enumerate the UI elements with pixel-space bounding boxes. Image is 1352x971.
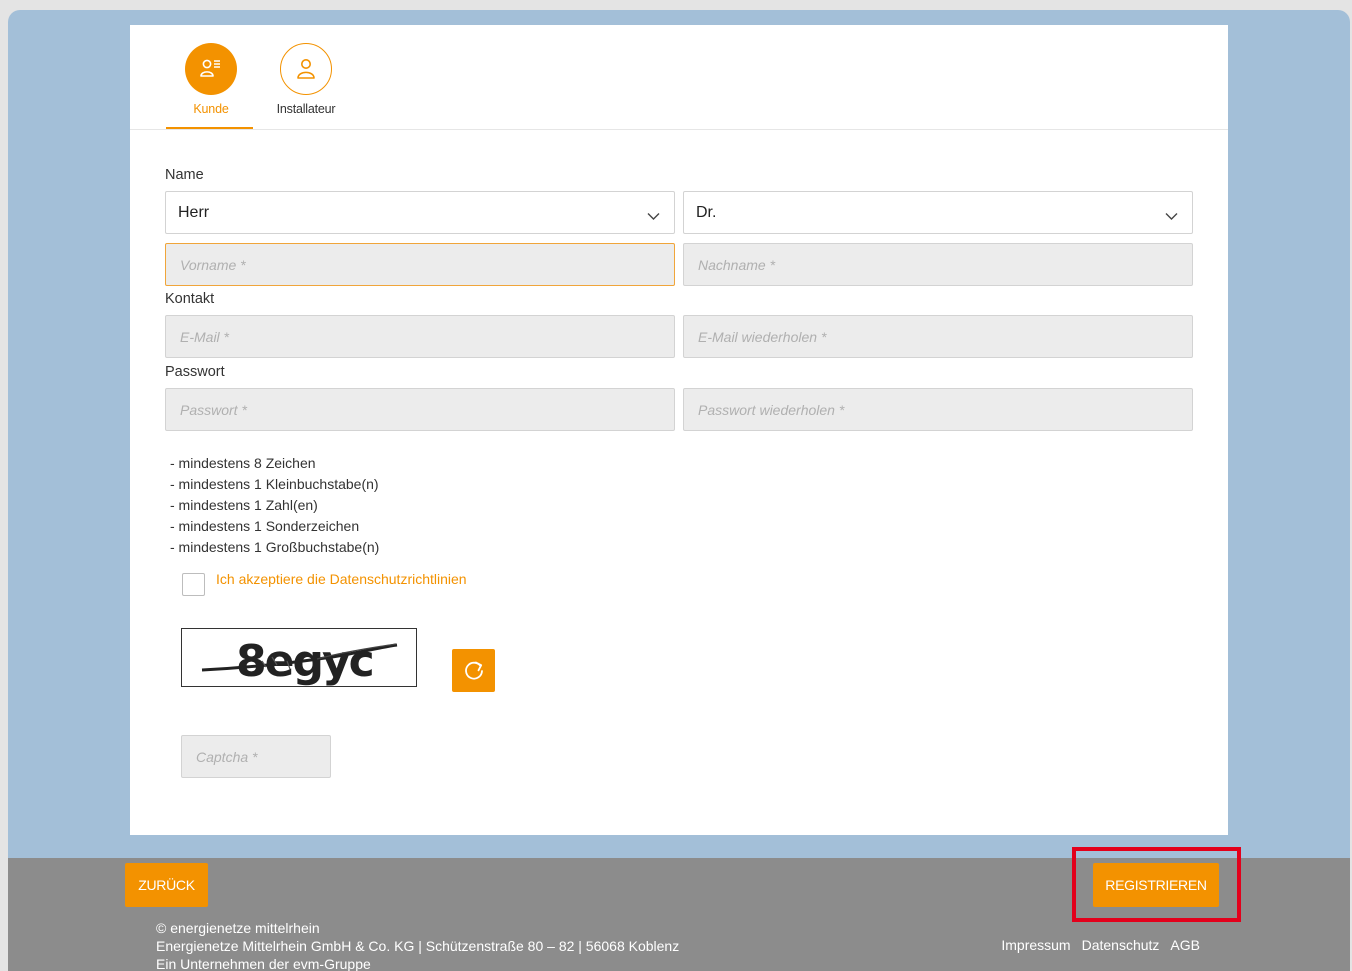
chevron-down-icon <box>647 208 660 226</box>
tab-kunde-label: Kunde <box>193 102 229 116</box>
password-rules: - mindestens 8 Zeichen - mindestens 1 Kl… <box>170 453 379 558</box>
impressum-link[interactable]: Impressum <box>1001 937 1070 953</box>
tab-installateur-label: Installateur <box>276 102 336 116</box>
datenschutz-link[interactable]: Datenschutz <box>1082 937 1160 953</box>
password-repeat-field <box>683 388 1193 431</box>
footer-group: Ein Unternehmen der evm-Gruppe <box>156 956 371 971</box>
privacy-consent: Ich akzeptiere die Datenschutzrichtlinie… <box>182 571 467 596</box>
password-rule: - mindestens 8 Zeichen <box>170 455 316 471</box>
title-select[interactable]: Dr. <box>683 191 1193 234</box>
tab-kunde[interactable]: Kunde <box>166 43 256 116</box>
captcha-refresh-button[interactable] <box>452 649 495 692</box>
email-field <box>165 315 675 358</box>
name-section-label: Name <box>165 167 204 183</box>
title-value: Dr. <box>696 203 717 221</box>
password-input[interactable] <box>166 389 674 430</box>
salutation-value: Herr <box>178 203 210 221</box>
password-rule: - mindestens 1 Kleinbuchstabe(n) <box>170 476 379 492</box>
chevron-down-icon <box>1165 208 1178 226</box>
password-repeat-input[interactable] <box>684 389 1192 430</box>
captcha-image: 8egyc <box>181 628 417 687</box>
refresh-icon <box>464 661 483 680</box>
email-input[interactable] <box>166 316 674 357</box>
tab-installateur[interactable]: Installateur <box>261 43 351 116</box>
page-frame: Kunde Installateur Name Herr Dr. Vorname… <box>8 10 1350 971</box>
back-button[interactable]: ZURÜCK <box>125 863 208 907</box>
captcha-field <box>181 735 331 778</box>
privacy-checkbox[interactable] <box>182 573 205 596</box>
salutation-select[interactable]: Herr <box>165 191 675 234</box>
password-rule: - mindestens 1 Großbuchstabe(n) <box>170 539 380 555</box>
tab-bar: Kunde Installateur <box>130 25 1228 130</box>
email-repeat-input[interactable] <box>684 316 1192 357</box>
password-rule: - mindestens 1 Sonderzeichen <box>170 518 360 534</box>
contact-section-label: Kontakt <box>165 291 215 307</box>
footer-address: Energienetze Mittelrhein GmbH & Co. KG |… <box>156 938 680 954</box>
password-rule: - mindestens 1 Zahl(en) <box>170 497 318 513</box>
user-icon <box>280 43 332 95</box>
registration-card: Kunde Installateur Name Herr Dr. Vorname… <box>130 25 1228 835</box>
firstname-field <box>165 243 675 286</box>
captcha-input[interactable] <box>182 736 330 777</box>
active-tab-indicator <box>166 127 253 129</box>
password-section-label: Passwort <box>165 364 225 380</box>
email-repeat-field <box>683 315 1193 358</box>
firstname-input[interactable] <box>166 244 674 285</box>
footer: ZURÜCK REGISTRIEREN © energienetze mitte… <box>8 847 1350 971</box>
register-button[interactable]: REGISTRIEREN <box>1093 863 1219 907</box>
privacy-consent-label[interactable]: Ich akzeptiere die Datenschutzrichtlinie… <box>216 571 467 587</box>
customer-list-icon <box>185 43 237 95</box>
lastname-field <box>683 243 1193 286</box>
footer-copyright: © energienetze mittelrhein <box>156 920 320 936</box>
footer-links: Impressum Datenschutz AGB <box>1001 937 1200 953</box>
footer-company-info: © energienetze mittelrhein Energienetze … <box>156 919 679 971</box>
agb-link[interactable]: AGB <box>1170 937 1200 953</box>
lastname-input[interactable] <box>684 244 1192 285</box>
password-field <box>165 388 675 431</box>
